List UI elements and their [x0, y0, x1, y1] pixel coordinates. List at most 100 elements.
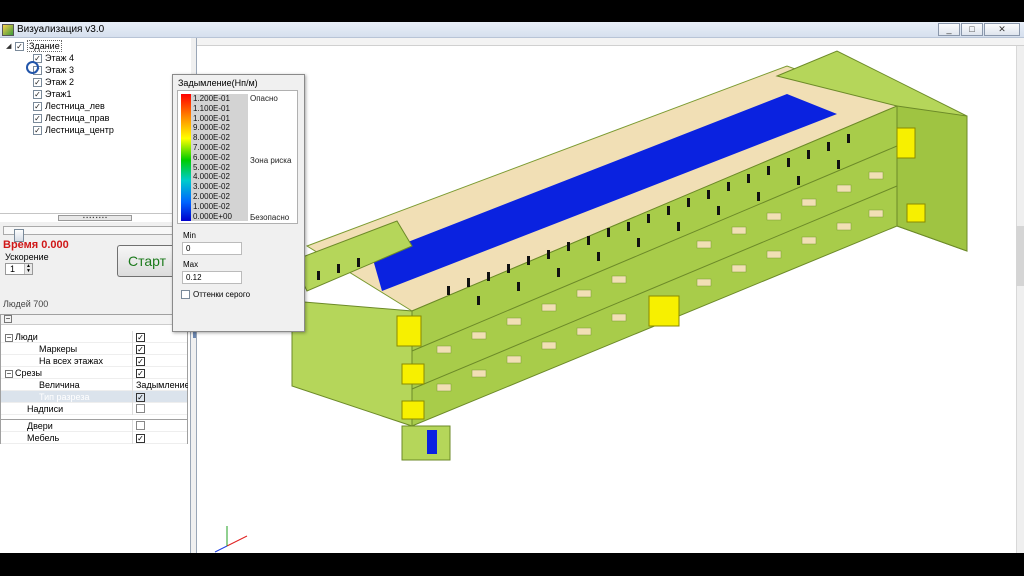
zone-danger-label: Опасно — [250, 94, 278, 103]
zone-safe-label: Безопасно — [250, 213, 290, 222]
axis-z — [214, 545, 228, 553]
collapse-icon[interactable]: − — [5, 370, 13, 378]
prop-name: Люди — [15, 332, 38, 342]
tree-item-label: Лестница_прав — [45, 113, 110, 123]
prop-row-labels[interactable]: Надписи — [1, 403, 187, 415]
prop-row-markers[interactable]: Маркеры ✓ — [1, 343, 187, 355]
grayscale-option[interactable]: Оттенки серого — [181, 290, 250, 299]
prop-row-people[interactable]: − Люди ✓ — [1, 331, 187, 343]
max-input[interactable]: 0.12 — [182, 271, 242, 284]
app-window: Визуализация v3.0 _ □ ✕ ◢ ✓ Здание ✓ Эта… — [0, 22, 1024, 553]
prop-row-quantity[interactable]: Величина Задымление(Нп/м) — [1, 379, 188, 391]
tree-checkbox[interactable]: ✓ — [33, 101, 42, 111]
smoke-legend-panel: Задымление(Нп/м) 1.200E-01 1.100E-01 1.0… — [172, 74, 305, 332]
tree-item-label: Этаж 2 — [45, 77, 75, 87]
prop-row-section-type[interactable]: Тип разреза ✓ — [1, 391, 187, 403]
letterbox-bottom — [0, 553, 1024, 576]
building-3d-model[interactable] — [197, 46, 1017, 553]
legend-value: 6.000E-02 — [193, 152, 230, 162]
prop-checkbox[interactable]: ✓ — [136, 434, 145, 443]
legend-value: 7.000E-02 — [193, 143, 230, 152]
tree-item-stair-center[interactable]: ✓ Лестница_центр — [33, 124, 114, 136]
tree-item-stair-left[interactable]: ✓ Лестница_лев — [33, 100, 105, 112]
prop-checkbox[interactable]: ✓ — [136, 345, 145, 354]
tree-item-label: Этаж 4 — [45, 53, 75, 63]
panel-splitter-handle[interactable]: ▪ ▪ ▪ ▪ ▪ ▪ ▪ ▪ — [58, 215, 132, 221]
tree-item-floor4[interactable]: ✓ Этаж 4 — [33, 52, 74, 64]
time-slider[interactable] — [3, 226, 187, 242]
spinner-arrows-icon[interactable]: ▲ ▼ — [24, 264, 32, 274]
collapse-icon[interactable]: − — [4, 315, 12, 323]
acceleration-spinner[interactable]: 1 ▲ ▼ — [5, 263, 33, 275]
legend-value: 9.000E-02 — [193, 123, 230, 133]
legend-value: 8.000E-02 — [193, 133, 230, 143]
prop-row-all-floors[interactable]: На всех этажах ✓ — [1, 355, 187, 367]
legend-value: 3.000E-02 — [193, 182, 230, 192]
left-panel: ◢ ✓ Здание ✓ Этаж 4 ✓ Этаж 3 ✓ Этаж 2 ✓ … — [0, 38, 191, 553]
prop-name: На всех этажах — [39, 356, 103, 366]
close-button[interactable]: ✕ — [984, 23, 1020, 36]
legend-title: Задымление(Нп/м) — [178, 78, 258, 88]
prop-name: Величина — [39, 380, 80, 390]
horizontal-scrollbar[interactable] — [197, 38, 1024, 46]
grayscale-checkbox[interactable] — [181, 290, 190, 299]
entrance-block — [401, 425, 451, 461]
stair-center — [648, 295, 680, 327]
tree-checkbox[interactable]: ✓ — [33, 89, 42, 99]
tree-item-label: Лестница_лев — [45, 101, 105, 111]
stair-right-top — [896, 127, 916, 159]
prop-name: Двери — [27, 421, 53, 431]
prop-row-furniture[interactable]: Мебель ✓ — [1, 432, 187, 444]
prop-name: Мебель — [27, 433, 60, 443]
tree-item-label: Здание — [27, 40, 62, 52]
tree-item-label: Этаж 3 — [45, 65, 75, 75]
legend-value: 1.000E-01 — [193, 113, 230, 123]
tree-item-floor2[interactable]: ✓ Этаж 2 — [33, 76, 74, 88]
stair-right-low — [906, 203, 926, 223]
prop-row-doors[interactable]: Двери — [1, 420, 187, 432]
tree-item-floor3[interactable]: ✓ Этаж 3 — [33, 64, 74, 76]
tree-checkbox[interactable]: ✓ — [33, 113, 42, 123]
prop-checkbox[interactable]: ✓ — [136, 357, 145, 366]
prop-checkbox[interactable]: ✓ — [136, 393, 145, 402]
acceleration-value: 1 — [10, 264, 16, 274]
prop-name: Срезы — [15, 368, 42, 378]
tree-item-stair-right[interactable]: ✓ Лестница_прав — [33, 112, 109, 124]
prop-row-slices[interactable]: − Срезы ✓ — [1, 367, 187, 379]
tree-item-building[interactable]: ◢ ✓ Здание — [6, 40, 62, 52]
prop-name: Тип разреза — [39, 392, 90, 402]
stair-left-mid — [401, 363, 425, 385]
tree-item-floor1[interactable]: ✓ Этаж1 — [33, 88, 72, 100]
entrance-smoke — [427, 430, 437, 454]
tree-item-label: Лестница_центр — [45, 125, 114, 135]
window-controls: _ □ ✕ — [938, 23, 1020, 36]
3d-viewport[interactable] — [196, 38, 1024, 553]
tree-checkbox-building[interactable]: ✓ — [15, 41, 24, 51]
zone-risk-label: Зона риска — [250, 156, 292, 165]
prop-name: Надписи — [27, 404, 64, 414]
vertical-scrollbar-thumb[interactable] — [1016, 226, 1024, 286]
legend-value: 1.200E-01 — [193, 94, 230, 103]
prop-name: Маркеры — [39, 344, 78, 354]
prop-checkbox[interactable]: ✓ — [136, 369, 145, 378]
building-tree: ◢ ✓ Здание ✓ Этаж 4 ✓ Этаж 3 ✓ Этаж 2 ✓ … — [0, 38, 191, 214]
legend-value: 1.100E-01 — [193, 103, 230, 113]
tree-checkbox[interactable]: ✓ — [33, 125, 42, 135]
vertical-scrollbar[interactable] — [1016, 46, 1024, 553]
tree-checkbox[interactable]: ✓ — [33, 77, 42, 87]
min-label: Min — [183, 231, 196, 240]
property-grid-header: − — [1, 315, 187, 325]
minimize-button[interactable]: _ — [938, 23, 960, 36]
app-icon — [2, 24, 14, 36]
prop-value[interactable]: Задымление(Нп/м) — [136, 380, 188, 390]
title-bar: Визуализация v3.0 _ □ ✕ — [0, 22, 1024, 38]
collapse-icon[interactable]: − — [5, 334, 13, 342]
prop-checkbox[interactable]: ✓ — [136, 333, 145, 342]
maximize-button[interactable]: □ — [961, 23, 983, 36]
property-grid-tail: Двери Мебель ✓ — [0, 420, 188, 444]
time-readout: Время 0.000 — [3, 239, 69, 251]
prop-checkbox[interactable] — [136, 421, 145, 430]
collapse-arrow-icon[interactable]: ◢ — [6, 42, 14, 50]
min-input[interactable]: 0 — [182, 242, 242, 255]
prop-checkbox[interactable] — [136, 404, 145, 413]
